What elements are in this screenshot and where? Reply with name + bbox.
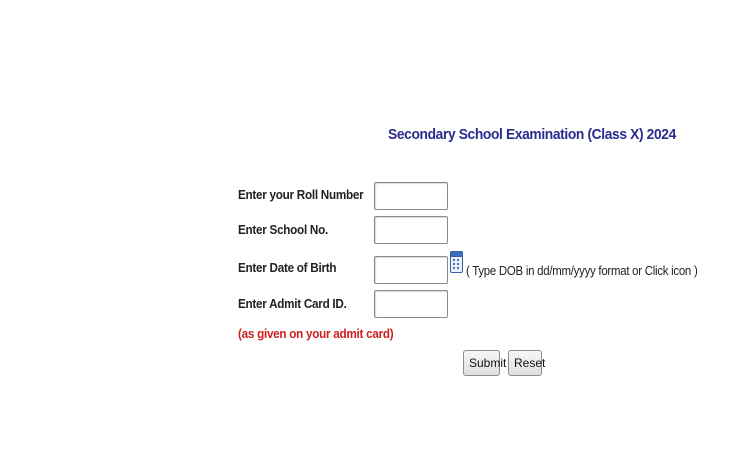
reset-button[interactable]: Reset (508, 350, 545, 376)
admit-card-input[interactable] (374, 290, 448, 318)
admit-card-note: (as given on your admit card) (238, 326, 394, 341)
school-no-label: Enter School No. (238, 222, 328, 237)
submit-button[interactable]: Submit (463, 350, 506, 376)
calendar-icon[interactable] (450, 251, 463, 273)
page-title: Secondary School Examination (Class X) 2… (388, 126, 676, 143)
dob-label: Enter Date of Birth (238, 260, 337, 275)
school-no-input[interactable] (374, 216, 448, 244)
dob-input[interactable] (374, 256, 448, 284)
roll-number-label: Enter your Roll Number (238, 187, 364, 202)
admit-card-label: Enter Admit Card ID. (238, 296, 347, 311)
dob-format-hint: ( Type DOB in dd/mm/yyyy format or Click… (466, 263, 698, 278)
roll-number-input[interactable] (374, 182, 448, 210)
